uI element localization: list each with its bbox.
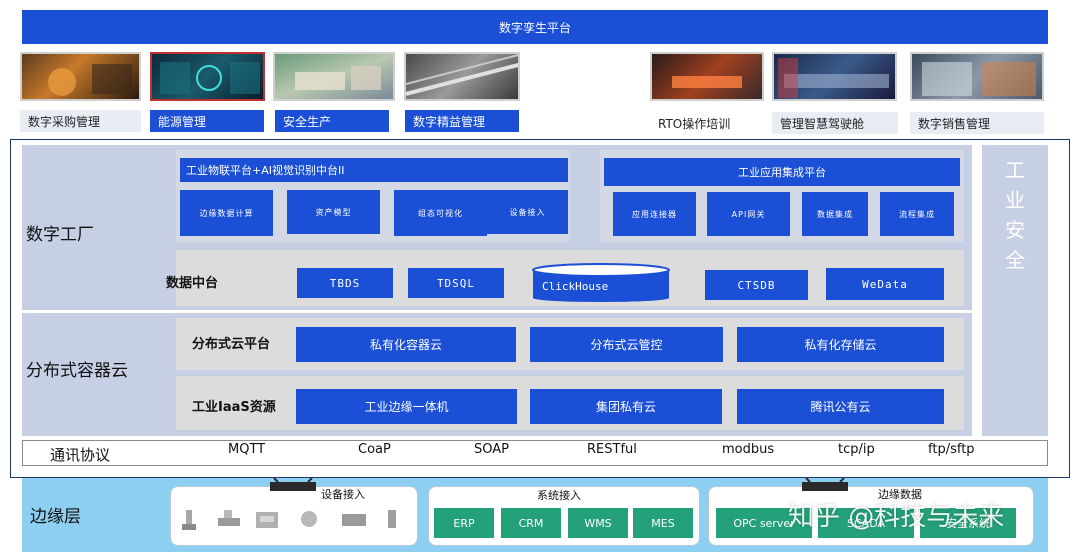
iot-item-edge-compute[interactable]: 边缘数据计算 [180, 190, 273, 236]
iaas-item-group-private-cloud[interactable]: 集团私有云 [530, 389, 722, 424]
protocol-tcpip: tcp/ip [838, 442, 875, 457]
data-platform-title: 数据中台 [166, 276, 219, 291]
container-cloud-title: 分布式容器云 [26, 361, 128, 381]
protocol-ftp: ftp/sftp [928, 442, 975, 457]
industrial-security-column: 工 业 安 全 [982, 145, 1048, 436]
cloud-platform-title: 分布式云平台 [192, 337, 271, 352]
data-item-tbds[interactable]: TBDS [297, 268, 393, 298]
header-bar: 数字孪生平台 [22, 10, 1048, 44]
iaas-title: 工业IaaS资源 [192, 400, 276, 415]
app-thumbnail-lean[interactable] [404, 52, 520, 101]
data-item-wedata[interactable]: WeData [826, 268, 944, 300]
device-access-box [170, 486, 418, 546]
protocol-restful: RESTful [587, 442, 637, 457]
watermark-text: 知乎 @科技与未来 [788, 502, 1005, 532]
cloud-item-private-container[interactable]: 私有化容器云 [296, 327, 516, 362]
data-item-clickhouse[interactable]: ClickHouse [532, 262, 670, 302]
device-tool-icon [382, 508, 402, 534]
edge-layer-title: 边缘层 [30, 507, 81, 527]
data-item-clickhouse-label: ClickHouse [542, 280, 609, 293]
app-label-sales[interactable]: 数字销售管理 [910, 112, 1044, 134]
app-item-connector[interactable]: 应用连接器 [613, 192, 696, 236]
security-char-3: 安 [1005, 218, 1025, 242]
security-char-1: 工 [1005, 158, 1025, 182]
router-icon [268, 477, 318, 494]
app-thumbnail-cockpit[interactable] [772, 52, 897, 101]
device-sensor-icon [298, 508, 320, 534]
iot-item-visualization[interactable]: 组态可视化 [394, 190, 487, 236]
protocols-row [22, 440, 1048, 466]
system-item-erp[interactable]: ERP [434, 508, 494, 538]
app-item-process-integration[interactable]: 流程集成 [880, 192, 954, 236]
app-integration-title: 工业应用集成平台 [604, 158, 960, 186]
gateway-icon [800, 477, 850, 494]
app-thumbnail-safety[interactable] [273, 52, 395, 101]
app-label-procurement[interactable]: 数字采购管理 [20, 110, 141, 132]
app-thumbnail-energy[interactable] [150, 52, 265, 101]
iot-item-device-access[interactable]: 设备接入 [487, 190, 568, 234]
app-thumbnail-procurement[interactable] [20, 52, 141, 101]
app-label-energy[interactable]: 能源管理 [150, 110, 264, 132]
app-label-safety[interactable]: 安全生产 [275, 110, 389, 132]
protocol-coap: CoaP [358, 442, 391, 457]
protocol-soap: SOAP [474, 442, 509, 457]
system-access-title: 系统接入 [537, 489, 581, 502]
app-thumbnail-rto[interactable] [650, 52, 764, 101]
protocols-title: 通讯协议 [50, 446, 111, 464]
app-item-data-integration[interactable]: 数据集成 [802, 192, 868, 236]
device-plc-icon [340, 512, 368, 532]
device-access-title: 设备接入 [321, 488, 365, 501]
app-label-lean[interactable]: 数字精益管理 [405, 110, 519, 132]
data-item-ctsdb[interactable]: CTSDB [705, 270, 808, 300]
system-item-mes[interactable]: MES [633, 508, 693, 538]
app-label-cockpit[interactable]: 管理智慧驾驶舱 [772, 112, 898, 134]
cloud-item-distributed-mgmt[interactable]: 分布式云管控 [530, 327, 723, 362]
data-item-tdsql[interactable]: TDSQL [408, 268, 504, 298]
protocol-mqtt: MQTT [228, 442, 266, 457]
app-label-rto[interactable]: RTO操作培训 [650, 112, 764, 134]
device-robot-icon [178, 508, 200, 536]
device-arm-icon [214, 506, 244, 534]
header-title: 数字孪生平台 [498, 20, 571, 35]
system-item-wms[interactable]: WMS [568, 508, 628, 538]
system-item-crm[interactable]: CRM [501, 508, 561, 538]
iot-platform-title: 工业物联平台+AI视觉识别中台II [180, 158, 568, 182]
cloud-item-private-storage[interactable]: 私有化存储云 [737, 327, 944, 362]
protocol-modbus: modbus [722, 442, 775, 457]
digital-factory-title: 数字工厂 [26, 225, 94, 245]
security-char-4: 全 [1005, 248, 1025, 272]
security-char-2: 业 [1005, 188, 1025, 212]
iaas-item-tencent-public-cloud[interactable]: 腾讯公有云 [737, 389, 944, 424]
app-thumbnail-sales[interactable] [910, 52, 1044, 101]
iot-item-asset-model[interactable]: 资产模型 [287, 190, 380, 234]
iaas-item-edge-appliance[interactable]: 工业边缘一体机 [296, 389, 517, 424]
app-item-api-gateway[interactable]: API网关 [707, 192, 790, 236]
device-cnc-icon [254, 510, 280, 534]
